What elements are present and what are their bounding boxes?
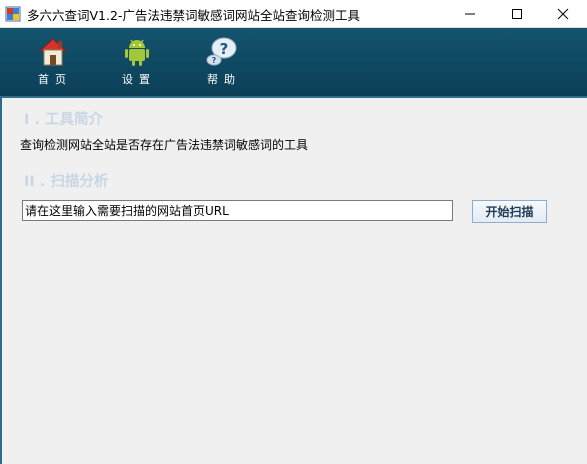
android-icon xyxy=(125,39,149,66)
left-accent-line xyxy=(0,97,2,464)
start-scan-button[interactable]: 开始扫描 xyxy=(472,200,547,223)
section-intro-text: 查询检测网站全站是否存在广告法违禁词敏感词的工具 xyxy=(20,138,309,152)
toolbar-home-label: 首页 xyxy=(38,73,72,86)
close-button[interactable] xyxy=(540,0,586,27)
main-toolbar: 首页 设置 ? ? 帮助 xyxy=(0,28,587,98)
section-scan-title: II . 扫描分析 xyxy=(24,174,109,190)
app-icon xyxy=(5,6,21,22)
minimize-button[interactable] xyxy=(447,0,493,27)
toolbar-help-label: 帮助 xyxy=(207,73,241,86)
svg-text:?: ? xyxy=(212,56,217,65)
toolbar-settings-label: 设置 xyxy=(122,73,156,86)
toolbar-help-button[interactable]: ? ? 帮助 xyxy=(189,28,253,96)
url-input[interactable] xyxy=(22,200,453,221)
title-bar: 多六六查词V1.2-广告法违禁词敏感词网站全站查询检测工具 xyxy=(0,0,587,28)
section-intro-title: I . 工具简介 xyxy=(24,112,103,128)
maximize-icon xyxy=(512,9,522,19)
maximize-button[interactable] xyxy=(494,0,540,27)
toolbar-settings-button[interactable]: 设置 xyxy=(104,28,168,96)
home-icon xyxy=(38,38,68,66)
window-title: 多六六查词V1.2-广告法违禁词敏感词网站全站查询检测工具 xyxy=(27,8,360,23)
svg-text:?: ? xyxy=(220,40,229,58)
close-icon xyxy=(557,8,569,20)
toolbar-home-button[interactable]: 首页 xyxy=(20,28,84,96)
minimize-icon xyxy=(465,13,475,15)
help-icon: ? ? xyxy=(206,37,237,66)
